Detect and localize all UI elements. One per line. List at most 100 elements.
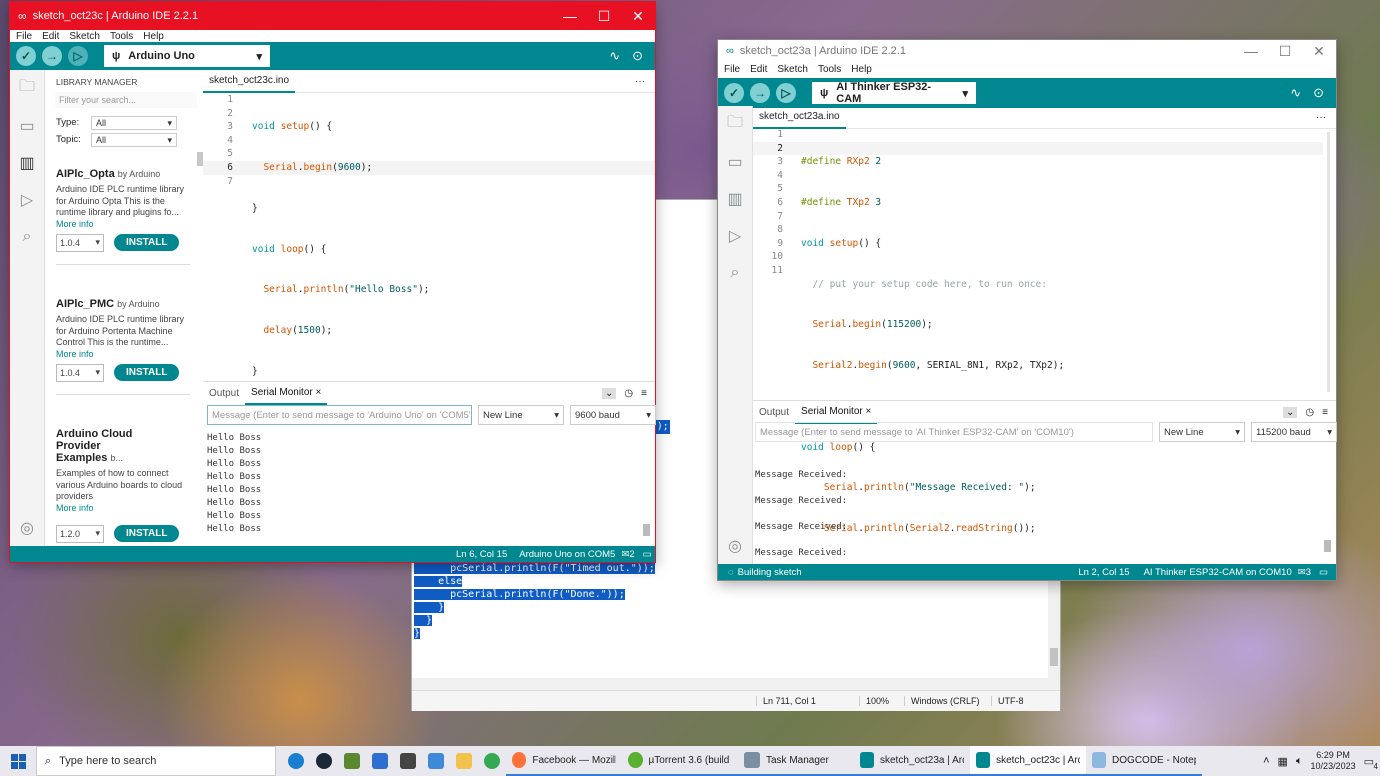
library-manager-icon[interactable]: ▥ — [718, 180, 752, 217]
more-icon[interactable]: ··· — [1316, 112, 1326, 123]
line-ending-select[interactable]: New Line ▾ — [478, 405, 564, 425]
line-ending-select[interactable]: New Line ▾ — [1159, 422, 1245, 442]
taskbar-notepad[interactable]: DOGCODE - Notep... — [1086, 746, 1202, 776]
menu-tools[interactable]: Tools — [110, 31, 133, 42]
library-manager-icon[interactable]: ▥ — [10, 144, 44, 181]
version-select[interactable]: 1.0.4 ▾ — [56, 363, 104, 382]
upload-icon[interactable]: → — [42, 46, 62, 66]
notepad-scroll-thumb[interactable] — [1050, 648, 1058, 666]
taskbar-store[interactable] — [366, 746, 394, 776]
board-selector[interactable]: ψ Arduino Uno ▾ — [104, 45, 270, 67]
folder-icon[interactable]: 🗀 — [10, 70, 44, 107]
serial-scroll-thumb[interactable] — [1324, 540, 1331, 552]
debug-icon[interactable]: ▷ — [776, 83, 796, 103]
install-button[interactable]: INSTALL — [114, 525, 180, 542]
network-icon[interactable]: ▦ — [1278, 755, 1288, 768]
taskbar-edge[interactable] — [282, 746, 310, 776]
tab-output[interactable]: Output — [753, 401, 795, 423]
type-select[interactable]: All ▾ — [91, 116, 177, 130]
maximize-button[interactable]: ☐ — [587, 8, 621, 25]
taskbar-arduino-a[interactable]: sketch_oct23a | Ard... — [854, 746, 970, 776]
tab-output[interactable]: Output — [203, 382, 245, 404]
taskbar-app[interactable] — [422, 746, 450, 776]
tab-sketch-oct23a[interactable]: sketch_oct23a.ino — [753, 105, 846, 129]
tab-serial-monitor[interactable]: Serial Monitor × — [245, 381, 328, 405]
more-info-link[interactable]: More info — [56, 349, 190, 359]
taskbar-chrome[interactable] — [478, 746, 506, 776]
clock[interactable]: 6:29 PM 10/23/2023 — [1311, 750, 1356, 772]
menu-edit[interactable]: Edit — [42, 31, 59, 42]
menu-help[interactable]: Help — [851, 64, 872, 75]
taskbar-explorer[interactable] — [450, 746, 478, 776]
debug-sidebar-icon[interactable]: ▷ — [718, 217, 752, 254]
notepad-hscrollbar[interactable] — [412, 678, 1060, 690]
menu-tools[interactable]: Tools — [818, 64, 841, 75]
more-info-link[interactable]: More info — [56, 503, 190, 513]
notification-center-icon[interactable]: ▭ 4 — [1364, 755, 1378, 771]
search-icon[interactable]: ⌕ — [718, 254, 752, 291]
tray-chevron-icon[interactable]: ˄ — [1263, 755, 1269, 767]
minimize-button[interactable]: — — [1234, 43, 1268, 59]
install-button[interactable]: INSTALL — [114, 234, 180, 251]
verify-icon[interactable]: ✓ — [16, 46, 36, 66]
version-select[interactable]: 1.2.0 ▾ — [56, 524, 104, 543]
taskbar-task-manager[interactable]: Task Manager — [738, 746, 854, 776]
titlebar[interactable]: ∞ sketch_oct23c | Arduino IDE 2.2.1 — ☐ … — [10, 2, 655, 30]
notification-icon[interactable]: ✉ — [621, 549, 629, 560]
menu-sketch[interactable]: Sketch — [69, 31, 100, 42]
notification-icon[interactable]: ✉ — [1298, 567, 1306, 578]
start-button[interactable] — [0, 746, 36, 776]
taskbar-mail[interactable] — [394, 746, 422, 776]
serial-plotter-icon[interactable]: ∿ — [609, 48, 620, 64]
tab-sketch-oct23c[interactable]: sketch_oct23c.ino — [203, 69, 296, 93]
code-editor[interactable]: 1 2 3 4 5 6 7 8 9 10 11 #define RXp2 2 #define TXp… — [753, 128, 1336, 575]
baud-select[interactable]: 9600 baud ▾ — [570, 405, 656, 425]
debug-icon[interactable]: ▷ — [68, 46, 88, 66]
close-button[interactable]: ✕ — [1302, 43, 1336, 60]
menu-help[interactable]: Help — [143, 31, 164, 42]
board-selector[interactable]: ψ AI Thinker ESP32-CAM ▾ — [812, 81, 976, 105]
editor-scrollbar[interactable] — [1327, 132, 1330, 392]
tab-serial-monitor[interactable]: Serial Monitor × — [795, 400, 878, 424]
clear-output-icon[interactable]: ≡ — [641, 388, 647, 399]
close-icon[interactable]: × — [316, 387, 322, 398]
install-button[interactable]: INSTALL — [114, 364, 180, 381]
upload-icon[interactable]: → — [750, 83, 770, 103]
serial-scroll-thumb[interactable] — [643, 524, 650, 536]
menu-sketch[interactable]: Sketch — [777, 64, 808, 75]
autoscroll-icon[interactable]: ⌄ — [602, 387, 617, 399]
timestamp-icon[interactable]: ◷ — [1305, 407, 1314, 418]
maximize-button[interactable]: ☐ — [1268, 43, 1302, 60]
boards-manager-icon[interactable]: ▭ — [718, 143, 752, 180]
taskbar-firefox[interactable]: Facebook — Mozill... — [506, 746, 622, 776]
panel-toggle-icon[interactable]: ▭ — [643, 549, 652, 560]
close-button[interactable]: ✕ — [621, 8, 655, 25]
more-info-link[interactable]: More info — [56, 219, 190, 229]
code-editor[interactable]: 1234567 void setup() { Serial.begin(9600… — [203, 93, 655, 381]
serial-plotter-icon[interactable]: ∿ — [1290, 85, 1301, 101]
boards-manager-icon[interactable]: ▭ — [10, 107, 44, 144]
serial-message-input[interactable]: Message (Enter to send message to 'Ardui… — [207, 405, 472, 425]
more-icon[interactable]: ··· — [635, 76, 645, 87]
folder-icon[interactable]: 🗀 — [718, 106, 752, 143]
verify-icon[interactable]: ✓ — [724, 83, 744, 103]
timestamp-icon[interactable]: ◷ — [624, 388, 633, 399]
serial-message-input[interactable]: Message (Enter to send message to 'AI Th… — [755, 422, 1153, 442]
volume-icon[interactable]: 🔈︎ — [1296, 755, 1303, 768]
account-icon[interactable]: ◎ — [10, 509, 44, 546]
search-icon[interactable]: ⌕ — [10, 218, 44, 255]
autoscroll-icon[interactable]: ⌄ — [1283, 406, 1298, 418]
titlebar[interactable]: ∞ sketch_oct23a | Arduino IDE 2.2.1 — ☐ … — [718, 40, 1336, 62]
taskbar-search[interactable]: ⌕ Type here to search — [36, 746, 276, 776]
debug-sidebar-icon[interactable]: ▷ — [10, 181, 44, 218]
menu-file[interactable]: File — [724, 64, 740, 75]
taskbar-steam[interactable] — [310, 746, 338, 776]
close-icon[interactable]: × — [866, 406, 872, 417]
panel-toggle-icon[interactable]: ▭ — [1319, 567, 1328, 578]
menu-file[interactable]: File — [16, 31, 32, 42]
taskbar-utorrent[interactable]: µTorrent 3.6 (build ... — [622, 746, 738, 776]
account-icon[interactable]: ◎ — [718, 527, 752, 564]
topic-select[interactable]: All ▾ — [91, 133, 177, 147]
minimize-button[interactable]: — — [553, 8, 587, 24]
menu-edit[interactable]: Edit — [750, 64, 767, 75]
